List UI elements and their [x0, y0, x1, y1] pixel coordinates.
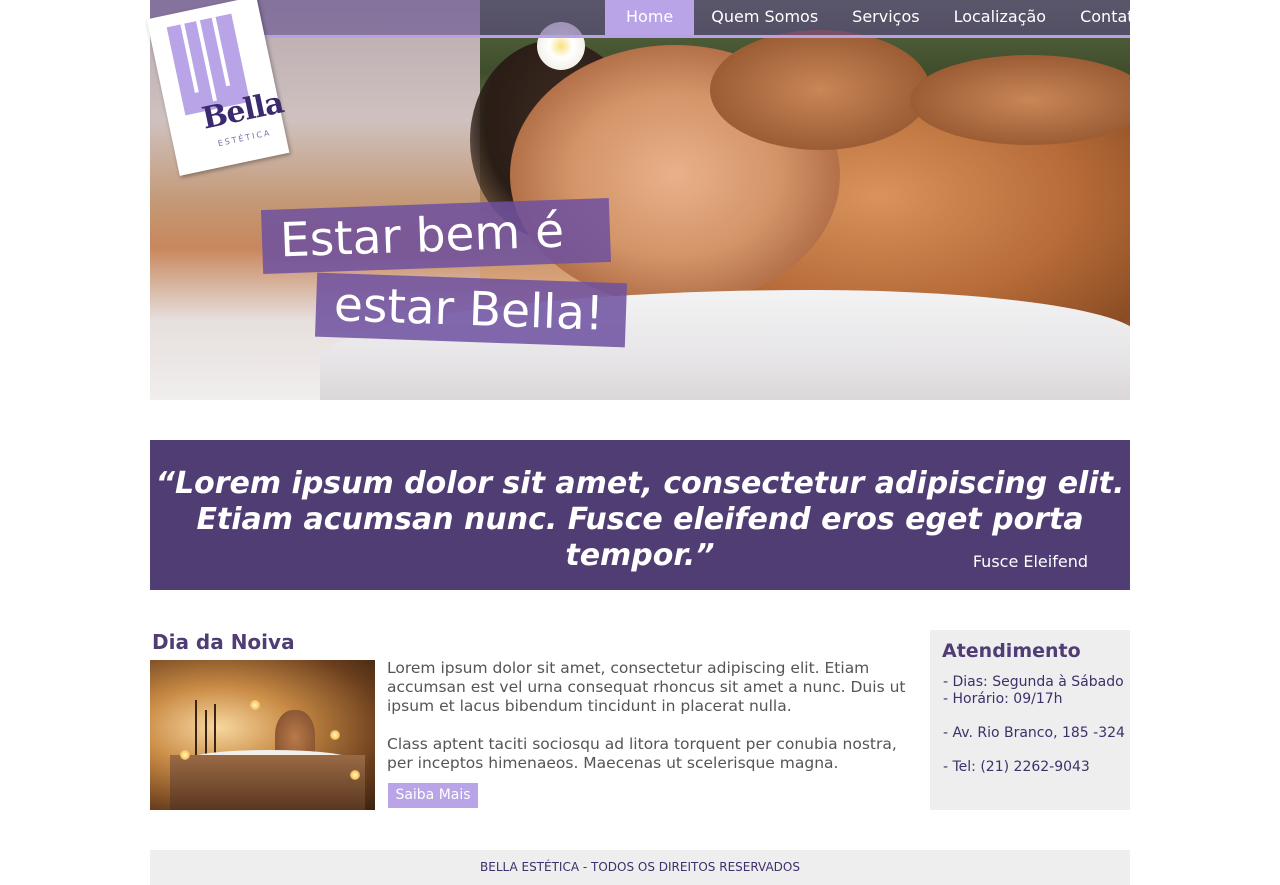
panel-hours: - Horário: 09/17h — [943, 691, 1063, 707]
feature-title: Dia da Noiva — [152, 630, 295, 654]
quote-author: Fusce Eleifend — [972, 552, 1088, 571]
panel-title: Atendimento — [942, 640, 1081, 662]
saiba-mais-button[interactable]: Saiba Mais — [388, 783, 478, 808]
footer-text: BELLA ESTÉTICA - TODOS OS DIREITOS RESER… — [480, 860, 800, 874]
testimonial-quote: “Lorem ipsum dolor sit amet, consectetur… — [150, 440, 1130, 590]
nav-item-servicos[interactable]: Serviços — [835, 0, 936, 35]
nav-item-quem-somos[interactable]: Quem Somos — [694, 0, 835, 35]
panel-days: - Dias: Segunda à Sábado — [943, 674, 1124, 690]
nav-item-localizacao[interactable]: Localização — [937, 0, 1064, 35]
feature-paragraph-2: Class aptent taciti sociosqu ad litora t… — [387, 735, 897, 772]
hero-banner: Estar bem é estar Bella! — [150, 0, 1130, 400]
service-hours-panel: Atendimento - Dias: Segunda à Sábado - H… — [930, 630, 1130, 810]
panel-details: - Dias: Segunda à Sábado - Horário: 09/1… — [943, 674, 1125, 776]
panel-address: - Av. Rio Branco, 185 -324 — [943, 725, 1125, 741]
hero-hand-image — [710, 30, 930, 150]
panel-phone: - Tel: (21) 2262-9043 — [943, 759, 1090, 775]
feature-body: Lorem ipsum dolor sit amet, consectetur … — [387, 659, 907, 792]
feature-image — [150, 660, 375, 810]
quote-line1: “Lorem ipsum dolor sit amet, consectetur… — [155, 466, 1125, 501]
hero-slogan-line2: estar Bella! — [314, 272, 628, 348]
feature-paragraph-1: Lorem ipsum dolor sit amet, consectetur … — [387, 659, 906, 715]
nav-item-home[interactable]: Home — [605, 0, 695, 35]
nav-bar-underline — [150, 35, 1130, 38]
nav-item-contato[interactable]: Contato — [1063, 0, 1160, 35]
footer: BELLA ESTÉTICA - TODOS OS DIREITOS RESER… — [150, 850, 1130, 885]
main-nav: Home Quem Somos Serviços Localização Con… — [605, 0, 1160, 35]
hero-slogan-line1: Estar bem é — [260, 197, 612, 275]
page-container: Estar bem é estar Bella! Bella ESTÉTICA … — [146, 0, 1143, 885]
